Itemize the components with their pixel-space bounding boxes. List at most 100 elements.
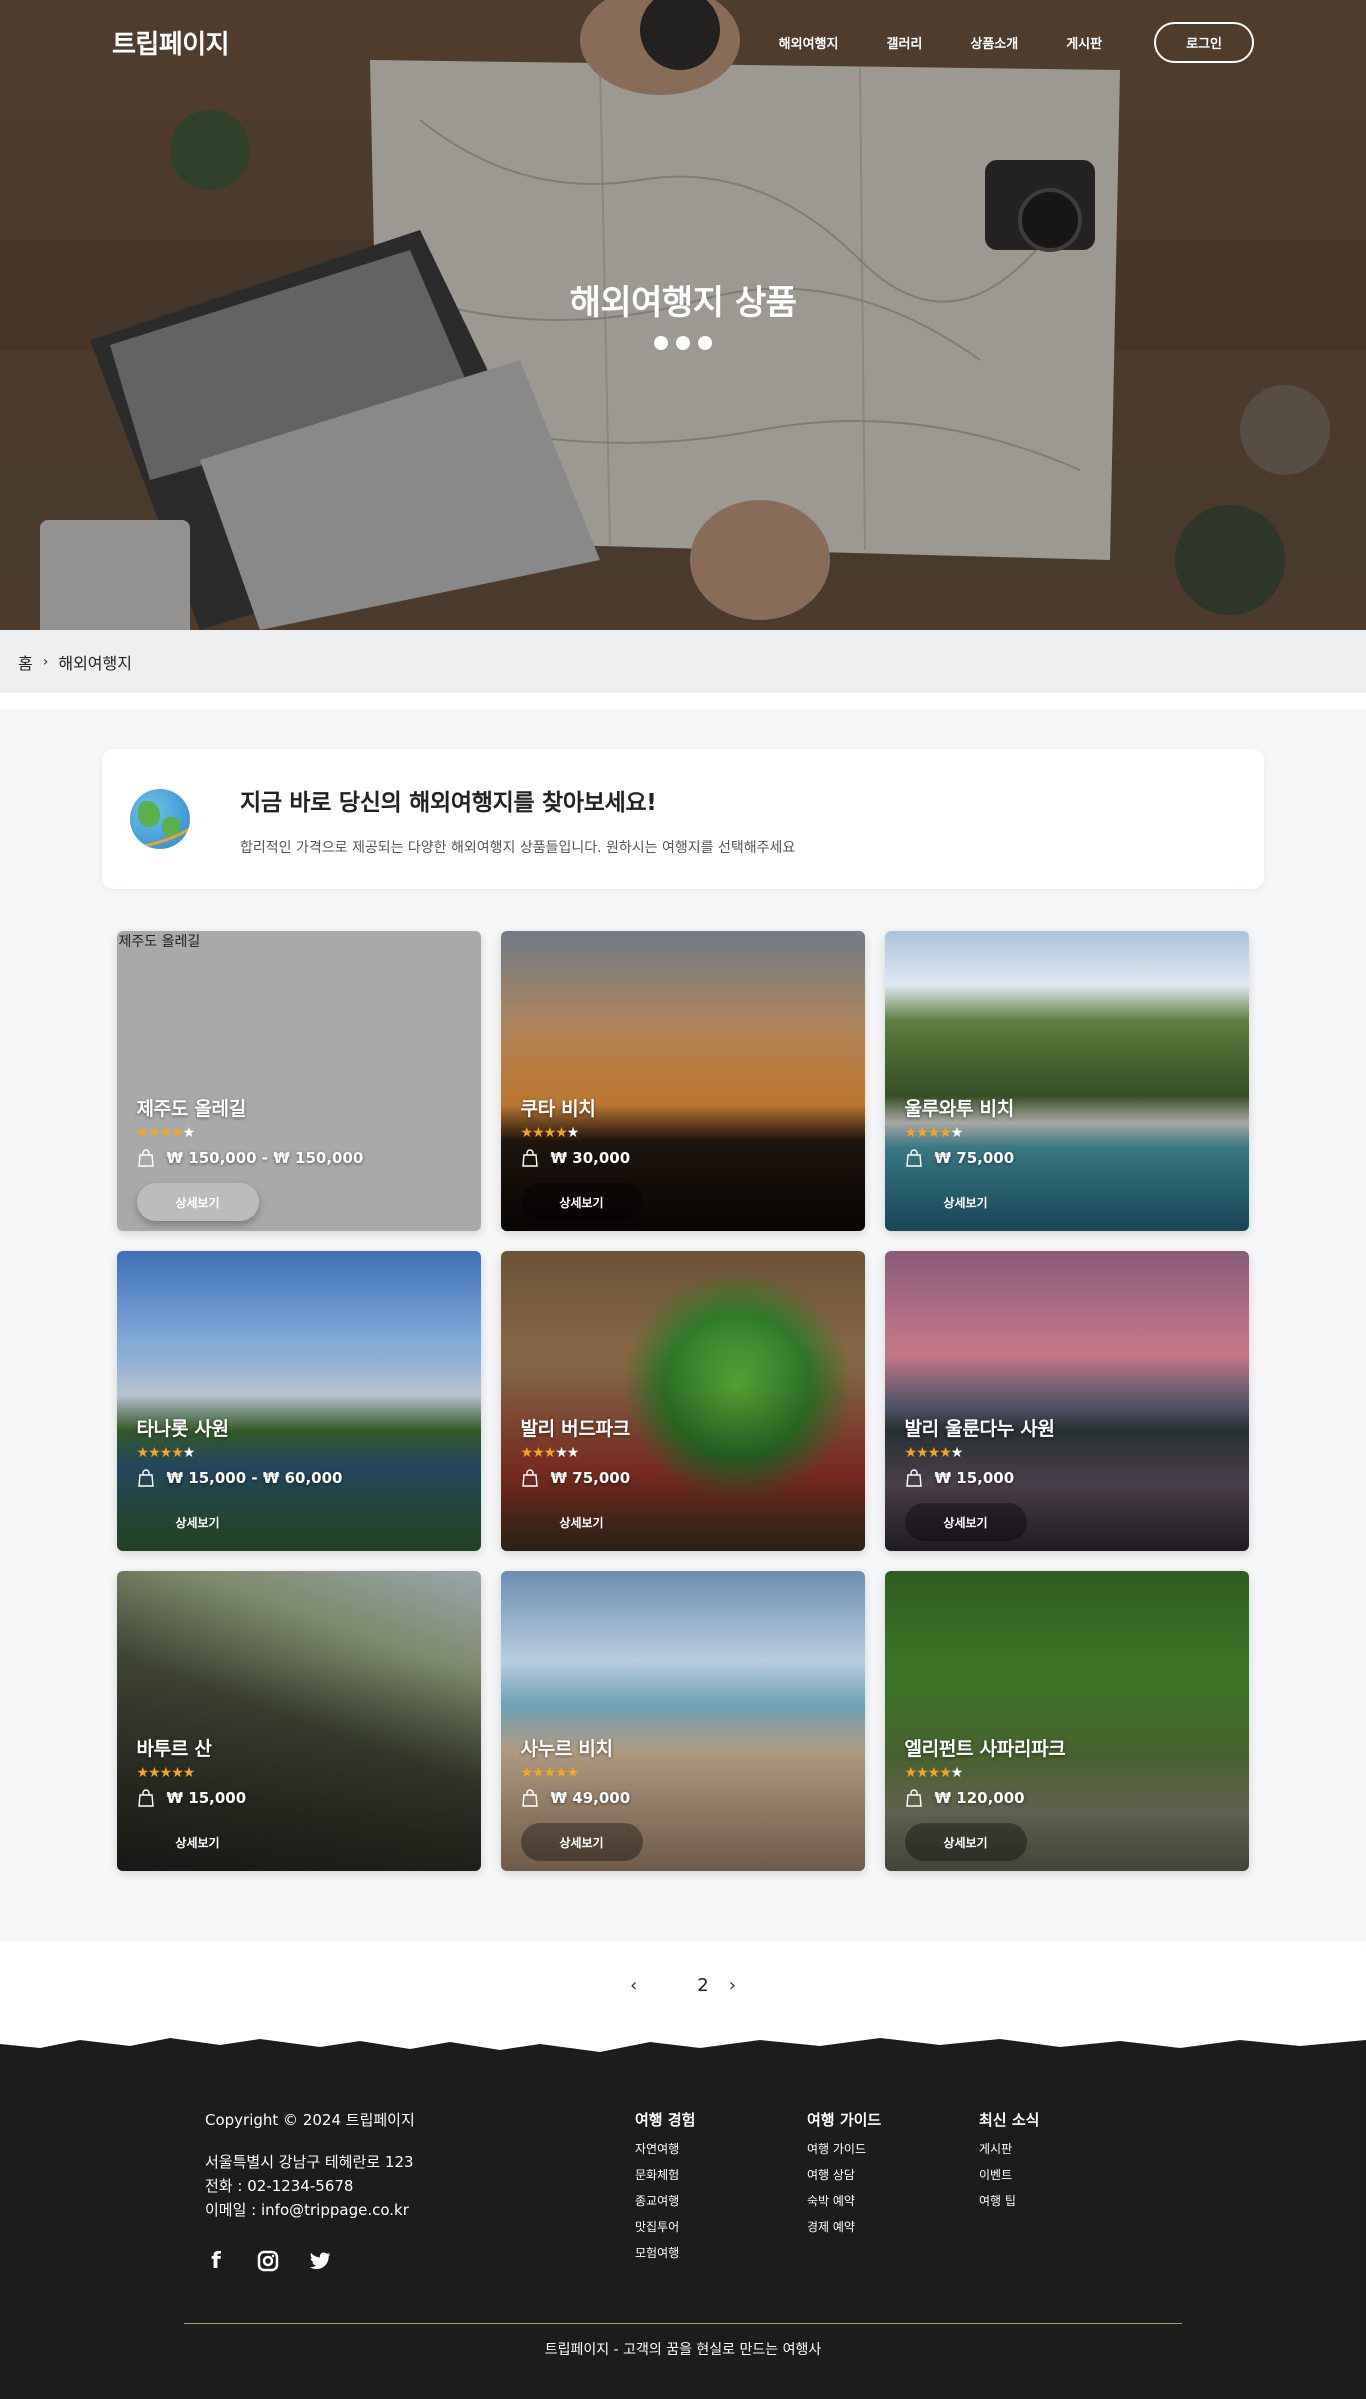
nav-item-board[interactable]: 게시판 [1066, 33, 1102, 52]
star-empty-icon: ★ [182, 1125, 196, 1141]
star-empty-icon: ★ [950, 1125, 964, 1141]
product-grid: 제주도 올레길 제주도 올레길 ★★★★★ ₩ 150,000 - ₩ 150,000… [116, 931, 1250, 1871]
detail-button[interactable]: 상세보기 [520, 1183, 643, 1221]
star-filled-icon: ★ [904, 1125, 918, 1141]
star-filled-icon: ★ [171, 1125, 184, 1141]
footer-link[interactable]: 이벤트 [979, 2162, 1151, 2188]
product-price: ₩ 150,000 - ₩ 150,000 [166, 1149, 364, 1167]
footer-link[interactable]: 모험여행 [635, 2240, 807, 2266]
star-filled-icon: ★ [904, 1445, 918, 1461]
footer-link[interactable]: 여행 가이드 [807, 2136, 979, 2162]
intro-title: 지금 바로 당신의 해외여행지를 찾아보세요! [240, 790, 657, 816]
star-filled-icon: ★ [136, 1765, 150, 1781]
shopping-bag-icon [137, 1469, 155, 1487]
star-filled-icon: ★ [520, 1445, 534, 1461]
login-button[interactable]: 로그인 [1154, 21, 1254, 63]
star-filled-icon: ★ [148, 1445, 161, 1461]
footer-address: 서울특별시 강남구 테헤란로 123 [205, 2153, 414, 2171]
detail-button[interactable]: 상세보기 [137, 1503, 259, 1541]
pagination-next-button[interactable]: › [729, 1975, 736, 1996]
star-filled-icon: ★ [543, 1445, 557, 1461]
footer-link[interactable]: 문화체험 [635, 2162, 807, 2188]
star-filled-icon: ★ [543, 1125, 557, 1141]
star-filled-icon: ★ [136, 1125, 150, 1141]
footer-link[interactable]: 종교여행 [635, 2188, 807, 2214]
footer-link[interactable]: 경제 예약 [807, 2214, 979, 2240]
product-card[interactable]: 엘리펀트 사파리파크 ★★★★★ ₩ 120,000 상세보기 [884, 1571, 1249, 1871]
product-price: ₩ 15,000 [934, 1469, 1015, 1487]
star-filled-icon: ★ [555, 1765, 568, 1781]
star-filled-icon: ★ [532, 1445, 545, 1461]
detail-button[interactable]: 상세보기 [520, 1823, 643, 1861]
star-filled-icon: ★ [904, 1765, 918, 1781]
hero-dot [698, 336, 712, 350]
footer-link[interactable]: 맛집투어 [635, 2214, 807, 2240]
instagram-icon[interactable] [257, 2250, 279, 2272]
star-filled-icon: ★ [520, 1125, 534, 1141]
product-rating: ★★★★★ [905, 1765, 1229, 1781]
nav-item-products[interactable]: 상품소개 [970, 33, 1018, 52]
product-price: ₩ 15,000 [166, 1789, 247, 1807]
footer-link[interactable]: 게시판 [979, 2136, 1151, 2162]
star-filled-icon: ★ [543, 1765, 557, 1781]
breadcrumb-home[interactable]: 홈 [18, 650, 33, 674]
product-card[interactable]: 발리 버드파크 ★★★★★ ₩ 75,000 상세보기 [500, 1251, 865, 1551]
product-card[interactable]: 타나롯 사원 ★★★★★ ₩ 15,000 - ₩ 60,000 상세보기 [116, 1251, 481, 1551]
facebook-icon[interactable]: f [205, 2249, 227, 2274]
footer-link[interactable]: 숙박 예약 [807, 2188, 979, 2214]
nav-item-overseas[interactable]: 해외여행지 [779, 33, 839, 52]
star-filled-icon: ★ [566, 1765, 580, 1781]
globe-icon [130, 789, 190, 849]
product-name: 바투르 산 [136, 1738, 212, 1760]
star-filled-icon: ★ [136, 1445, 150, 1461]
footer-divider [184, 2323, 1182, 2324]
footer-column-news: 최신 소식 게시판 이벤트 여행 팁 [979, 2109, 1151, 2272]
product-card[interactable]: 제주도 올레길 제주도 올레길 ★★★★★ ₩ 150,000 - ₩ 150,000… [116, 931, 481, 1231]
footer-link[interactable]: 여행 팁 [979, 2188, 1151, 2214]
star-filled-icon: ★ [159, 1765, 173, 1781]
footer-link[interactable]: 자연여행 [635, 2136, 807, 2162]
detail-button[interactable]: 상세보기 [905, 1183, 1027, 1221]
footer-link[interactable]: 여행 상담 [807, 2162, 979, 2188]
detail-button[interactable]: 상세보기 [136, 1183, 259, 1221]
product-name: 제주도 올레길 [136, 1098, 247, 1120]
shopping-bag-icon [521, 1469, 539, 1487]
site-logo[interactable]: 트립페이지 [112, 24, 230, 61]
detail-button[interactable]: 상세보기 [521, 1503, 643, 1541]
footer-email: 이메일 : info@trippage.co.kr [205, 2201, 409, 2219]
product-card[interactable]: 사누르 비치 ★★★★★ ₩ 49,000 상세보기 [500, 1571, 865, 1871]
intro-panel: 지금 바로 당신의 해외여행지를 찾아보세요! 합리적인 가격으로 제공되는 다… [102, 749, 1264, 889]
pagination-prev-button[interactable]: ‹ [630, 1975, 637, 1996]
product-price: ₩ 15,000 - ₩ 60,000 [166, 1469, 343, 1487]
shopping-bag-icon [905, 1149, 923, 1167]
shopping-bag-icon [137, 1149, 155, 1167]
pagination-current-page[interactable]: 2 [697, 1975, 708, 1996]
product-card[interactable]: 쿠타 비치 ★★★★★ ₩ 30,000 상세보기 [500, 931, 865, 1231]
star-empty-icon: ★ [950, 1765, 964, 1781]
star-empty-icon: ★ [566, 1445, 580, 1461]
star-filled-icon: ★ [939, 1125, 952, 1141]
product-rating: ★★★★★ [905, 1445, 1229, 1461]
product-price: ₩ 49,000 [550, 1789, 631, 1807]
hero-dots [0, 336, 1366, 350]
product-name: 울루와투 비치 [904, 1098, 1015, 1120]
star-empty-icon: ★ [555, 1445, 568, 1461]
star-filled-icon: ★ [532, 1125, 545, 1141]
product-price: ₩ 30,000 [550, 1149, 631, 1167]
breadcrumb: 홈 › 해외여행지 [0, 630, 1366, 693]
hero-section: 트립페이지 해외여행지 갤러리 상품소개 게시판 로그인 해외여행지 상품 [0, 0, 1366, 630]
star-filled-icon: ★ [927, 1125, 941, 1141]
product-rating: ★★★★★ [137, 1125, 461, 1141]
detail-button[interactable]: 상세보기 [904, 1823, 1027, 1861]
product-rating: ★★★★★ [521, 1765, 845, 1781]
nav-item-gallery[interactable]: 갤러리 [886, 33, 922, 52]
product-card[interactable]: 울루와투 비치 ★★★★★ ₩ 75,000 상세보기 [884, 931, 1249, 1231]
star-filled-icon: ★ [916, 1445, 929, 1461]
shopping-bag-icon [137, 1789, 155, 1807]
product-card[interactable]: 발리 울룬다누 사원 ★★★★★ ₩ 15,000 상세보기 [884, 1251, 1249, 1551]
footer-column-title: 여행 가이드 [807, 2111, 882, 2129]
product-card[interactable]: 바투르 산 ★★★★★ ₩ 15,000 상세보기 [116, 1571, 481, 1871]
detail-button[interactable]: 상세보기 [904, 1503, 1027, 1541]
twitter-icon[interactable] [309, 2250, 331, 2272]
detail-button[interactable]: 상세보기 [137, 1823, 259, 1861]
